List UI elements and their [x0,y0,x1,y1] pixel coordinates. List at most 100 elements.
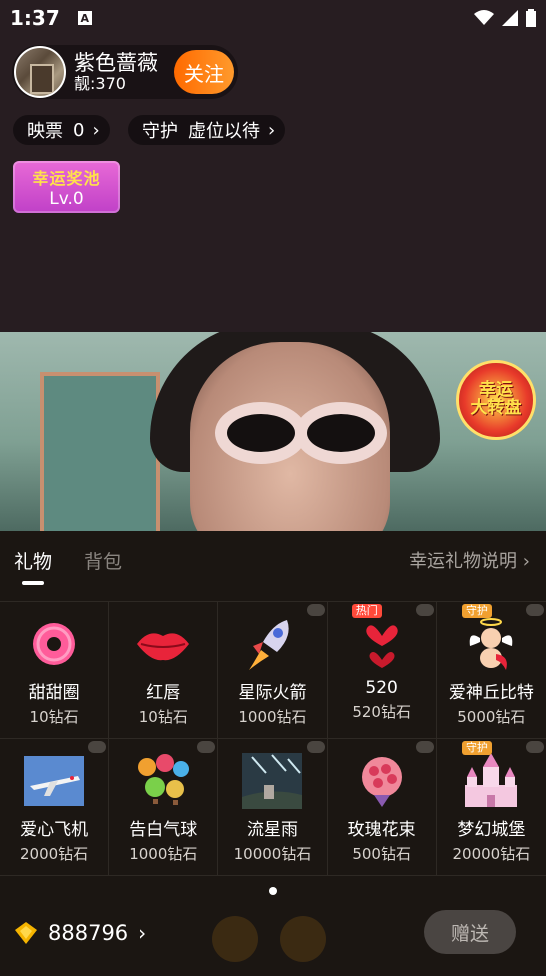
signal-icon [502,10,518,26]
gift-price: 520钻石 [352,703,411,721]
anchor-info: 紫色蔷薇 靓:370 [74,50,158,93]
gift-grid: 甜甜圈 10钻石 红唇 10钻石 星际火箭 1000钻石 520 520钻石 热… [0,601,546,876]
page-dot-active [269,887,277,895]
donut-icon [24,616,84,672]
gift-price: 10钻石 [138,708,188,726]
tickets-label: 映票 [27,121,63,142]
gift-row: 爱心飞机 2000钻石 告白气球 1000钻石 流星雨 10000钻石 玫瑰花束… [0,739,546,876]
wheel-line2: 大转盘 [470,398,522,418]
background-ghost-button [212,916,258,962]
lucky-wheel-button[interactable]: 幸运 大转盘 [456,360,536,440]
balance-button[interactable]: 888796 › [14,921,146,945]
chevron-right-icon: › [92,119,100,141]
gift-price: 10钻石 [29,708,79,726]
gift-item[interactable]: 520 520钻石 热门 [328,602,437,738]
wifi-icon [474,10,494,25]
balance-amount: 888796 [48,921,129,945]
meteor-shower-icon [242,753,303,809]
tickets-pill[interactable]: 映票 0 › [13,115,110,145]
anchor-avatar[interactable] [14,46,66,98]
gift-item[interactable]: 流星雨 10000钻石 [218,739,328,875]
gift-name: 玫瑰花束 [347,820,416,840]
gift-item[interactable]: 爱神丘比特 5000钻石 守护 [437,602,546,738]
lucky-gift-help-link[interactable]: 幸运礼物说明 › [409,547,530,573]
gift-panel: 礼物 背包 幸运礼物说明 › 甜甜圈 10钻石 红唇 10钻石 星际火箭 100… [0,531,546,976]
gift-panel-footer: 888796 › 赠送 [0,901,546,976]
background-ghost-button [280,916,326,962]
gift-name: 梦幻城堡 [457,820,526,840]
status-time: 1:37 [10,6,60,30]
lips-icon [133,616,193,672]
gift-name: 甜甜圈 [28,683,80,703]
gift-item[interactable]: 红唇 10钻石 [109,602,219,738]
lock-icon [306,741,325,753]
gift-item[interactable]: 爱心飞机 2000钻石 [0,739,110,875]
gift-price: 2000钻石 [20,845,89,863]
gift-name: 星际火箭 [238,683,307,703]
live-video[interactable]: 幸运 大转盘 [0,332,546,532]
status-bar: 1:37 A [0,0,546,36]
lock-icon [525,604,544,616]
gift-name: 520 [365,678,398,698]
gift-item[interactable]: 梦幻城堡 20000钻石 守护 [437,739,546,875]
sunglasses-left [215,402,307,464]
anchor-score: 靓:370 [74,73,126,93]
gift-price: 5000钻石 [457,708,526,726]
lock-icon [415,741,434,753]
gift-price: 1000钻石 [238,708,307,726]
anchor-name: 紫色蔷薇 [74,50,158,75]
guard-pill[interactable]: 守护 虚位以待 › [128,115,286,145]
gift-item[interactable]: 告白气球 1000钻石 [109,739,219,875]
page-indicator [0,887,546,895]
guard-value: 虚位以待 [188,121,260,142]
help-link-label: 幸运礼物说明 [409,551,518,572]
hot-air-balloon-icon [133,753,193,809]
gift-price: 1000钻石 [129,845,198,863]
gift-item[interactable]: 星际火箭 1000钻石 [218,602,328,738]
rocket-icon [242,616,302,672]
gift-row: 甜甜圈 10钻石 红唇 10钻石 星际火箭 1000钻石 520 520钻石 热… [0,602,546,739]
diamond-icon [15,922,37,944]
lucky-pool-level: Lv.0 [49,189,84,209]
gift-name: 爱心飞机 [20,820,89,840]
tab-bag[interactable]: 背包 [84,547,122,574]
send-gift-button[interactable]: 赠送 [424,910,516,954]
gift-item[interactable]: 玫瑰花束 500钻石 [328,739,437,875]
gift-name: 红唇 [146,683,181,703]
cupid-icon [461,616,521,672]
gift-price: 10000钻石 [233,845,312,863]
lucky-pool-banner[interactable]: 幸运奖池 Lv.0 [13,161,120,213]
live-room-screen: 1:37 A 紫色蔷薇 靓:370 关注 映票 0 › 守护 虚位以待 › 幸运… [0,0,546,976]
battery-icon [526,9,536,27]
sunglasses-right [295,402,387,464]
guard-badge: 守护 [461,604,492,618]
chevron-right-icon: › [268,119,276,141]
lock-icon [415,604,434,616]
gift-price: 500钻石 [352,845,411,863]
guard-label: 守护 [142,121,178,142]
follow-button[interactable]: 关注 [174,50,234,94]
tab-gifts[interactable]: 礼物 [14,547,52,574]
lock-icon [306,604,325,616]
lock-icon [525,741,544,753]
chevron-right-icon: › [522,551,530,572]
gift-name: 流星雨 [246,820,298,840]
hearts-balloon-icon [352,616,412,672]
airplane-icon [24,753,85,809]
gift-item[interactable]: 甜甜圈 10钻石 [0,602,110,738]
gift-name: 告白气球 [129,820,198,840]
tickets-value: 0 [73,119,85,141]
status-icons [474,9,536,27]
anchor-card[interactable]: 紫色蔷薇 靓:370 关注 [12,45,238,99]
chevron-right-icon: › [138,921,147,945]
gift-name: 爱神丘比特 [448,683,534,703]
gift-tabs: 礼物 背包 幸运礼物说明 › [0,531,546,601]
guard-badge: 守护 [461,741,492,755]
a-notification-icon: A [77,11,92,25]
background-door [40,372,160,532]
hot-badge: 热门 [351,604,382,618]
tab-indicator [22,581,44,585]
lock-icon [197,741,216,753]
lucky-pool-title: 幸运奖池 [32,169,101,188]
castle-icon [461,753,521,809]
